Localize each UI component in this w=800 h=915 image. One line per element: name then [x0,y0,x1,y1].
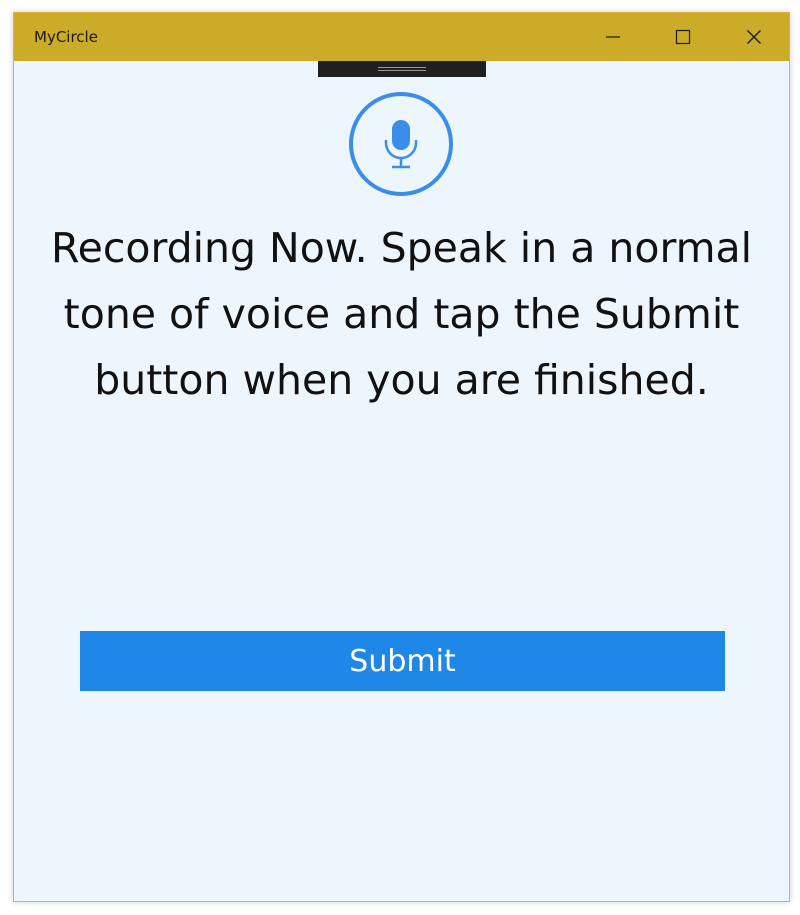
close-icon [747,30,761,44]
app-title: MyCircle [34,28,98,46]
microphone-icon [384,120,418,169]
recording-indicator [349,92,453,196]
maximize-button[interactable] [648,13,718,61]
drag-handle[interactable] [318,61,486,77]
grip-icon [378,67,426,71]
title-bar[interactable]: MyCircle [14,13,789,61]
recording-instructions: Recording Now. Speak in a normal tone of… [50,224,753,404]
minimize-icon [606,36,620,38]
submit-button[interactable]: Submit [80,631,725,691]
app-window: MyCircle Recording Now. Speak in a norma… [13,12,790,902]
minimize-button[interactable] [578,13,648,61]
maximize-icon [675,29,691,45]
close-button[interactable] [719,13,789,61]
